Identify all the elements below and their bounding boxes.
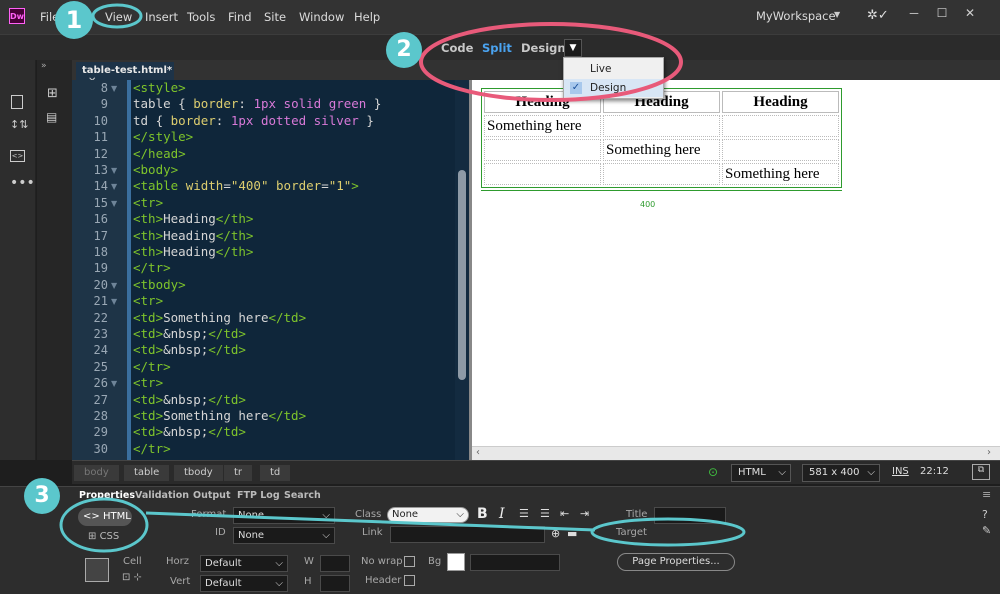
annotation-3: 3	[24, 478, 60, 514]
annotation-2: 2	[386, 32, 422, 68]
view-mode-highlight	[419, 22, 683, 102]
view-menu-highlight	[91, 3, 143, 29]
annotation-connector	[145, 511, 596, 532]
annotation-1: 1	[55, 1, 93, 39]
annotation-overlay	[59, 3, 746, 553]
html-panel-highlight	[59, 497, 149, 553]
target-field-highlight	[590, 517, 746, 547]
